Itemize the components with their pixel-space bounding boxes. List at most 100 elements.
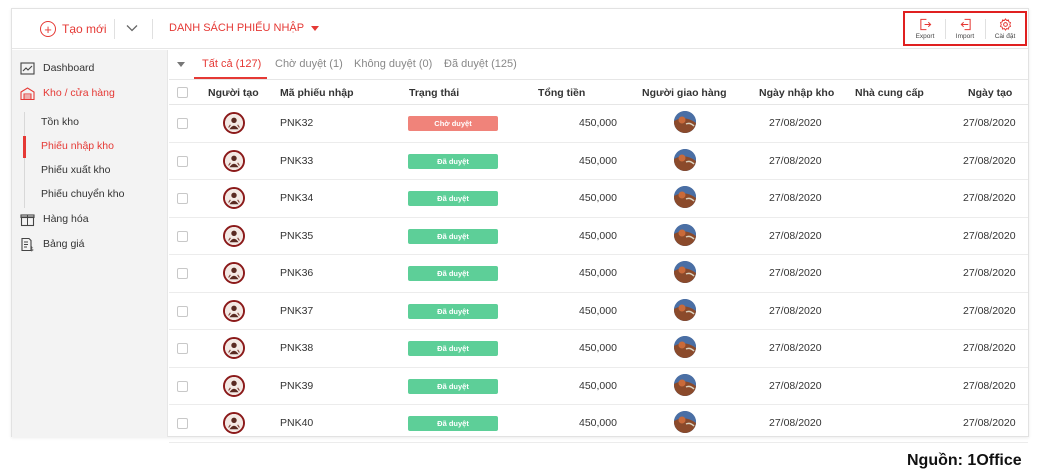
import-date: 27/08/2020: [769, 379, 822, 392]
row-checkbox[interactable]: [177, 343, 188, 354]
tab-pending[interactable]: Chờ duyệt (1): [275, 58, 343, 70]
sidebar-item-label: Kho / cửa hàng: [43, 87, 115, 99]
tab-approved[interactable]: Đã duyệt (125): [444, 58, 517, 70]
create-new-label: Tạo mới: [62, 22, 107, 36]
import-code[interactable]: PNK38: [280, 342, 313, 354]
import-date: 27/08/2020: [769, 229, 822, 242]
sidebar-item-label: Dashboard: [43, 62, 95, 74]
warehouse-icon: [20, 86, 35, 100]
import-date: 27/08/2020: [769, 342, 822, 354]
sidebar-item-goods[interactable]: Hàng hóa: [12, 208, 168, 230]
box-icon: [20, 213, 35, 226]
table-row[interactable]: PNK40 Đã duyệt 450,000 27/08/2020 27/08/2020: [169, 405, 1028, 443]
gear-icon: [999, 17, 1011, 31]
created-date: 27/08/2020: [963, 304, 1016, 317]
import-code[interactable]: PNK35: [280, 230, 313, 242]
list-title-dropdown[interactable]: DANH SÁCH PHIẾU NHẬP: [169, 22, 320, 34]
avatar: [674, 298, 696, 321]
sidebar-item-label: Bảng giá: [43, 238, 85, 250]
tab-rejected[interactable]: Không duyệt (0): [354, 58, 432, 70]
row-checkbox[interactable]: [177, 230, 188, 242]
avatar: [223, 112, 245, 134]
import-code[interactable]: PNK32: [280, 117, 313, 129]
avatar: [674, 148, 696, 171]
status-badge: Đã duyệt: [408, 341, 498, 356]
avatar: [674, 223, 696, 246]
table-row[interactable]: PNK38 Đã duyệt 450,000 27/08/2020 27/08/2020: [169, 330, 1028, 368]
sidebar-subitem-import-slip[interactable]: Phiếu nhập kho: [41, 140, 114, 152]
table-row[interactable]: PNK32 Chờ duyệt 450,000 27/08/2020 27/08/202…: [169, 105, 1028, 143]
column-header-total[interactable]: Tổng tiền: [538, 87, 585, 99]
column-header-creator[interactable]: Người tạo: [208, 87, 259, 99]
column-header-deliverer[interactable]: Người giao hàng: [642, 87, 726, 99]
sidebar-subitem-transfer-slip[interactable]: Phiếu chuyển kho: [41, 188, 124, 200]
export-icon: [919, 18, 931, 30]
select-all-checkbox[interactable]: [177, 87, 188, 98]
table-row[interactable]: PNK35 Đã duyệt 450,000 27/08/2020 27/08/2020: [169, 218, 1028, 255]
create-new-button[interactable]: + Tạo mới: [40, 18, 107, 40]
created-date: 27/08/2020: [963, 229, 1016, 242]
status-badge: Chờ duyệt: [408, 116, 498, 131]
column-header-created-date[interactable]: Ngày tạo: [968, 87, 1012, 99]
total-amount: 450,000: [579, 379, 617, 392]
row-checkbox[interactable]: [177, 193, 188, 204]
caret-down-icon[interactable]: [177, 62, 185, 67]
sidebar-item-price-list[interactable]: $ Bảng giá: [12, 233, 168, 255]
import-code[interactable]: PNK37: [280, 305, 313, 317]
import-code[interactable]: PNK33: [280, 155, 313, 167]
row-checkbox[interactable]: [177, 380, 188, 392]
row-checkbox[interactable]: [177, 418, 188, 429]
column-header-code[interactable]: Mã phiếu nhập: [280, 87, 354, 99]
import-label: Import: [955, 32, 975, 40]
total-amount: 450,000: [579, 342, 617, 354]
avatar: [223, 149, 245, 172]
sidebar: Dashboard Kho / cửa hàng Tồn kho Phiếu n…: [12, 50, 168, 437]
import-button[interactable]: Import: [945, 13, 985, 44]
status-badge: Đã duyệt: [408, 416, 498, 431]
import-code[interactable]: PNK39: [280, 380, 313, 392]
column-header-supplier[interactable]: Nhà cung cấp: [855, 87, 924, 99]
avatar: [223, 187, 245, 209]
column-header-status[interactable]: Trạng thái: [409, 87, 459, 99]
table-header: Người tạo Mã phiếu nhập Trạng thái Tổng …: [169, 81, 1028, 105]
export-label: Export: [915, 32, 935, 40]
export-button[interactable]: Export: [905, 13, 945, 44]
plus-circle-icon: +: [40, 21, 56, 37]
total-amount: 450,000: [579, 192, 617, 204]
settings-button[interactable]: Cài đặt: [985, 13, 1025, 44]
total-amount: 450,000: [579, 117, 617, 129]
row-checkbox[interactable]: [177, 268, 188, 279]
chevron-down-icon[interactable]: [124, 20, 140, 36]
status-badge: Đã duyệt: [408, 153, 498, 169]
status-badge: Đã duyệt: [408, 266, 498, 281]
total-amount: 450,000: [579, 304, 617, 317]
column-header-import-date[interactable]: Ngày nhập kho: [759, 87, 834, 99]
import-code[interactable]: PNK34: [280, 192, 313, 204]
import-code[interactable]: PNK40: [280, 417, 313, 429]
import-code[interactable]: PNK36: [280, 267, 313, 279]
submenu-guide-line: [24, 112, 25, 208]
sidebar-subitem-stock[interactable]: Tồn kho: [41, 116, 79, 128]
table-row[interactable]: PNK34 Đã duyệt 450,000 27/08/2020 27/08/2020: [169, 180, 1028, 218]
status-badge: Đã duyệt: [408, 378, 498, 394]
table-row[interactable]: PNK33 Đã duyệt 450,000 27/08/2020 27/08/2020: [169, 143, 1028, 180]
row-checkbox[interactable]: [177, 305, 188, 317]
sidebar-item-dashboard[interactable]: Dashboard: [12, 57, 168, 79]
table-row[interactable]: PNK36 Đã duyệt 450,000 27/08/2020 27/08/2020: [169, 255, 1028, 293]
sidebar-item-warehouse[interactable]: Kho / cửa hàng: [12, 82, 168, 104]
row-checkbox[interactable]: [177, 155, 188, 167]
import-date: 27/08/2020: [769, 154, 822, 167]
created-date: 27/08/2020: [963, 267, 1016, 279]
tab-all[interactable]: Tất cả (127): [202, 58, 261, 70]
price-list-icon: $: [21, 237, 34, 252]
import-date: 27/08/2020: [769, 117, 822, 129]
sidebar-subitem-export-slip[interactable]: Phiếu xuất kho: [41, 164, 110, 176]
total-amount: 450,000: [579, 229, 617, 242]
table-row[interactable]: PNK39 Đã duyệt 450,000 27/08/2020 27/08/2020: [169, 368, 1028, 405]
avatar: [674, 336, 696, 358]
row-checkbox[interactable]: [177, 118, 188, 129]
actions-group: Export Import Cài đặt: [903, 11, 1027, 46]
created-date: 27/08/2020: [963, 379, 1016, 392]
import-icon: [960, 18, 971, 30]
table-row[interactable]: PNK37 Đã duyệt 450,000 27/08/2020 27/08/2020: [169, 293, 1028, 330]
